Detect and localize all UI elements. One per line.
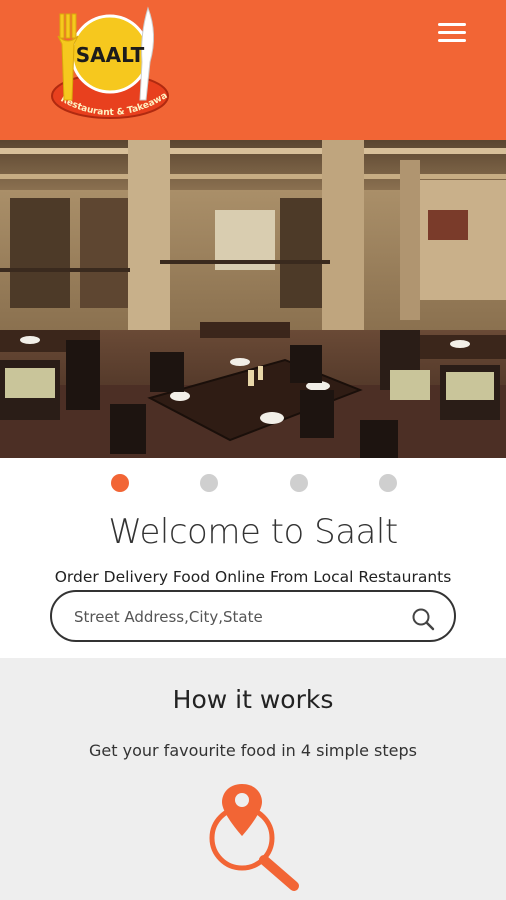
welcome-subtitle: Order Delivery Food Online From Local Re… bbox=[54, 568, 452, 586]
carousel-dot-1[interactable] bbox=[111, 474, 129, 492]
address-search-input[interactable] bbox=[74, 602, 394, 632]
hamburger-menu-icon[interactable] bbox=[436, 20, 468, 46]
carousel-dot-4[interactable] bbox=[379, 474, 397, 492]
carousel-dot-2[interactable] bbox=[200, 474, 218, 492]
how-it-works-section: How it works Get your favourite food in … bbox=[0, 658, 506, 900]
how-it-works-subtitle: Get your favourite food in 4 simple step… bbox=[89, 741, 417, 760]
search-icon[interactable] bbox=[410, 606, 436, 632]
restaurant-interior-image bbox=[0, 140, 506, 458]
carousel-dot-3[interactable] bbox=[290, 474, 308, 492]
hero-slider[interactable] bbox=[0, 140, 506, 458]
logo-text: SAALT bbox=[76, 43, 145, 67]
how-it-works-title: How it works bbox=[172, 685, 334, 714]
app-header: Restaurant & Takeaway Food SAALT bbox=[0, 0, 506, 140]
welcome-title: Welcome to Saalt bbox=[108, 512, 398, 552]
location-search-icon bbox=[209, 784, 299, 891]
address-search-box bbox=[50, 590, 456, 642]
carousel-dots bbox=[0, 474, 506, 496]
saalt-logo[interactable]: Restaurant & Takeaway Food SAALT bbox=[36, 4, 176, 132]
